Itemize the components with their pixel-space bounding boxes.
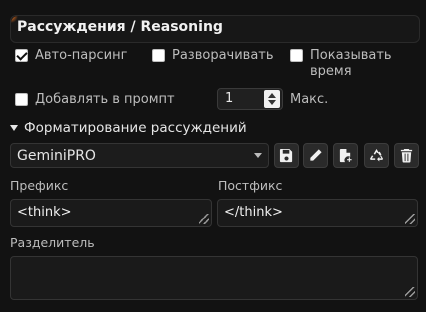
save-button[interactable]: [274, 143, 299, 168]
section-header: Рассуждения / Reasoning: [10, 15, 420, 43]
save-icon: [279, 148, 293, 163]
auto-parse-option[interactable]: Авто-парсинг: [15, 48, 127, 64]
resize-grip-icon[interactable]: [199, 214, 209, 224]
resize-grip-icon[interactable]: [405, 214, 415, 224]
max-count-label: Макс.: [290, 92, 329, 107]
show-time-checkbox[interactable]: [290, 49, 303, 62]
preset-selected: GeminiPRO: [17, 148, 96, 164]
max-count-value[interactable]: 1: [225, 91, 233, 106]
add-to-prompt-label: Добавлять в промпт: [35, 92, 175, 107]
edit-icon: [310, 149, 322, 161]
recycle-icon: [370, 148, 383, 162]
separator-input[interactable]: [10, 256, 418, 300]
show-time-label-line2: время: [310, 64, 352, 79]
decrement-icon[interactable]: [268, 100, 276, 105]
section-title: Рассуждения / Reasoning: [17, 19, 223, 35]
new-file-icon: [339, 148, 352, 163]
prefix-input[interactable]: <think>: [10, 199, 212, 227]
increment-icon[interactable]: [268, 93, 276, 98]
caret-down-icon: [10, 125, 18, 131]
resize-grip-icon[interactable]: [405, 287, 415, 297]
delete-button[interactable]: [394, 143, 419, 168]
show-time-option[interactable]: Показывать время: [290, 48, 392, 80]
separator-label: Разделитель: [10, 235, 95, 250]
expand-label: Разворачивать: [172, 48, 274, 63]
edit-button[interactable]: [303, 143, 328, 168]
expand-option[interactable]: Разворачивать: [152, 48, 274, 64]
formatting-label: Форматирование рассуждений: [24, 120, 247, 136]
postfix-input[interactable]: </think>: [217, 199, 418, 227]
restore-button[interactable]: [364, 143, 389, 168]
expand-checkbox[interactable]: [152, 49, 165, 62]
new-preset-button[interactable]: [333, 143, 358, 168]
add-to-prompt-checkbox[interactable]: [15, 93, 28, 106]
prefix-value: <think>: [17, 205, 72, 220]
reasoning-panel: Рассуждения / Reasoning Авто-парсинг Раз…: [0, 0, 426, 312]
formatting-toggle[interactable]: Форматирование рассуждений: [10, 120, 247, 136]
max-count-stepper[interactable]: 1: [217, 88, 283, 110]
auto-parse-label: Авто-парсинг: [35, 48, 128, 63]
preset-select[interactable]: GeminiPRO: [10, 143, 269, 168]
prefix-label: Префикс: [10, 178, 69, 193]
postfix-label: Постфикс: [218, 178, 283, 193]
trash-icon: [400, 148, 413, 163]
postfix-value: </think>: [224, 205, 283, 220]
chevron-down-icon: [254, 153, 262, 158]
show-time-label: Показывать время: [310, 48, 392, 80]
add-to-prompt-option[interactable]: Добавлять в промпт: [15, 92, 175, 108]
show-time-label-line1: Показывать: [310, 48, 392, 63]
auto-parse-checkbox[interactable]: [15, 49, 28, 62]
spin-buttons[interactable]: [264, 90, 280, 108]
